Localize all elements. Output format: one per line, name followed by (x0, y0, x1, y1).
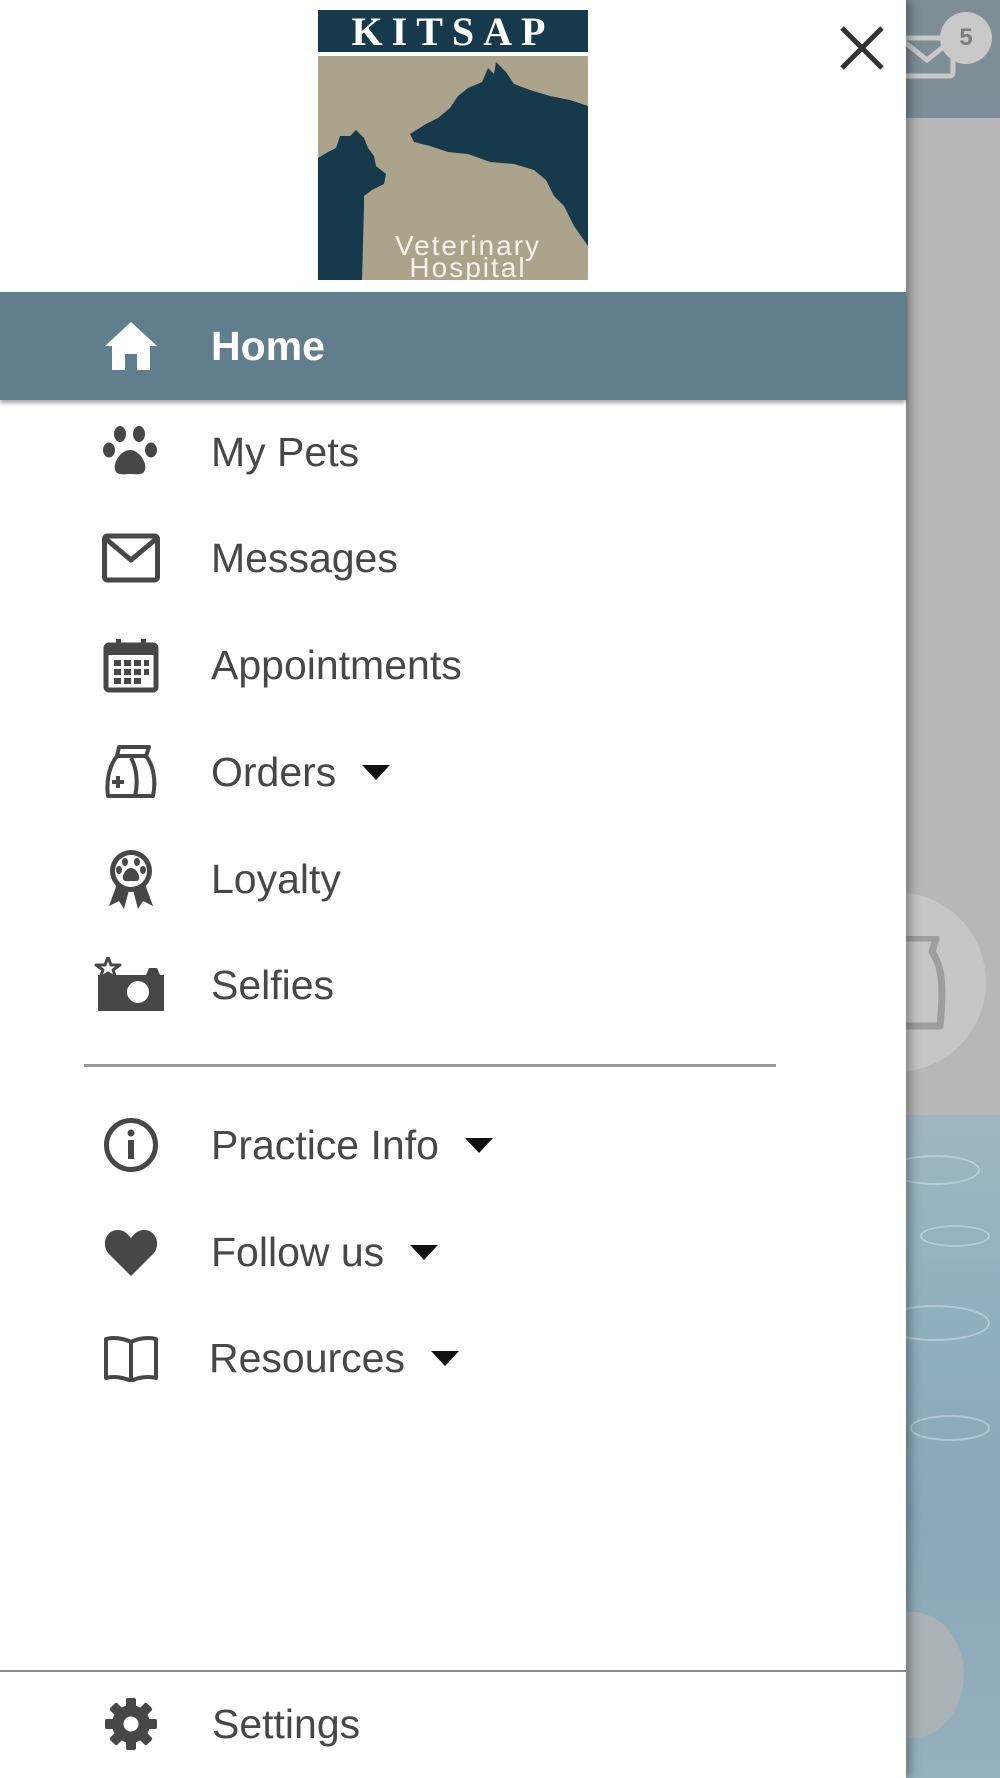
navigation-drawer: KITSAP Veterinary Hospital Home My Pets … (0, 0, 906, 1778)
menu-item-label: Home (211, 323, 325, 369)
menu-item-label: Follow us (211, 1202, 439, 1302)
paw-ribbon-award-icon (100, 848, 162, 910)
menu-item-label-text: Orders (211, 749, 337, 795)
menu-item-my-pets[interactable]: My Pets (0, 402, 906, 502)
menu-item-home[interactable]: Home (0, 296, 906, 396)
menu-item-label: Practice Info (211, 1095, 493, 1195)
menu-item-label: Messages (211, 535, 398, 581)
pet-food-bag-icon (100, 741, 162, 803)
chevron-down-icon (464, 1137, 493, 1153)
paw-icon (100, 421, 162, 483)
menu-item-selfies[interactable]: Selfies (0, 935, 906, 1035)
menu-item-label-text: Practice Info (211, 1122, 439, 1168)
message-count-badge[interactable]: 5 (940, 12, 992, 64)
menu-item-label: Settings (212, 1701, 361, 1747)
menu-item-label-text: Follow us (211, 1229, 385, 1275)
menu-item-practice-info[interactable]: Practice Info (0, 1095, 906, 1195)
menu-item-label: Appointments (211, 642, 462, 688)
book-icon (100, 1327, 162, 1389)
envelope-icon (100, 527, 162, 589)
menu-item-resources[interactable]: Resources (0, 1308, 906, 1408)
kitsap-vet-logo: KITSAP Veterinary Hospital (318, 10, 588, 280)
menu-item-label: Selfies (211, 962, 335, 1008)
close-icon (840, 26, 884, 70)
chevron-down-icon (362, 764, 391, 780)
home-icon (100, 315, 162, 377)
menu-item-label: My Pets (211, 429, 360, 475)
menu-item-follow-us[interactable]: Follow us (0, 1202, 906, 1302)
footer-divider (0, 1670, 906, 1672)
menu-item-settings[interactable]: Settings (0, 1674, 906, 1774)
logo-wordmark: KITSAP (351, 10, 555, 54)
menu-item-messages[interactable]: Messages (0, 508, 906, 608)
chevron-down-icon (410, 1244, 439, 1260)
menu-item-label: Loyalty (211, 856, 341, 902)
heart-icon (100, 1221, 162, 1283)
camera-sparkle-icon (94, 954, 166, 1016)
info-icon (100, 1114, 162, 1176)
menu-item-appointments[interactable]: Appointments (0, 615, 906, 715)
menu-item-label: Resources (209, 1308, 459, 1408)
menu-item-label: Orders (211, 722, 391, 822)
menu-item-loyalty[interactable]: Loyalty (0, 829, 906, 929)
gear-icon (100, 1693, 162, 1755)
close-drawer-button[interactable] (832, 18, 892, 78)
menu-divider (84, 1064, 776, 1067)
calendar-icon (100, 634, 162, 696)
menu-item-label-text: Resources (209, 1335, 405, 1381)
chevron-down-icon (430, 1350, 459, 1366)
logo-subtitle-hospital: Hospital (409, 252, 527, 281)
menu-item-orders[interactable]: Orders (0, 722, 906, 822)
